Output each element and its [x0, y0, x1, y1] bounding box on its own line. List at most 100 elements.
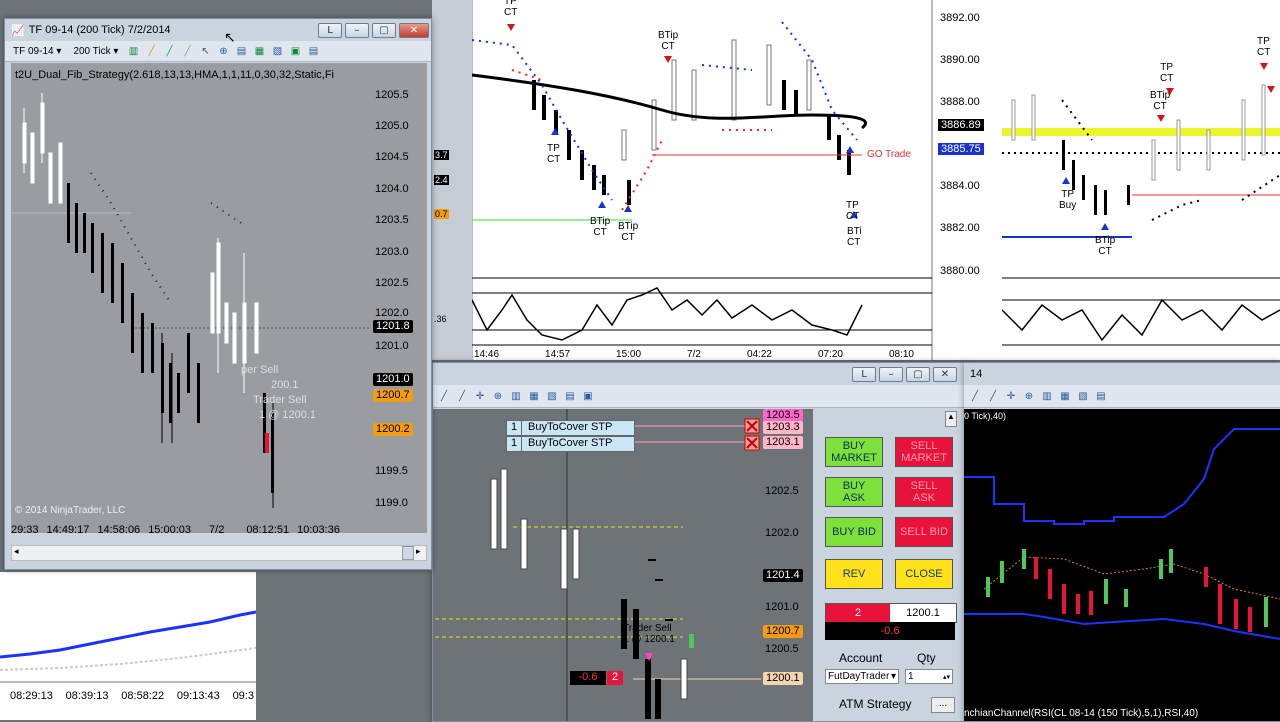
zoom-icon[interactable]: ⊕	[491, 389, 505, 403]
price-axis-label: 1202.5	[765, 485, 799, 497]
bottom-left-chart[interactable]: 08:29:13 08:39:13 08:58:22 09:13:43 09:3	[0, 572, 256, 720]
zoom-icon[interactable]: ⊕	[216, 44, 230, 58]
sell-market-button[interactable]: SELL MARKET	[895, 437, 953, 467]
price-chart[interactable]: t2U_Dual_Fib_Strategy(2.618,13,13,HMA,1,…	[11, 63, 371, 533]
instrument-selector[interactable]: TF 09-14 ▾	[9, 46, 65, 57]
line-tool-icon[interactable]: ╱	[437, 389, 451, 403]
chart-header: 0 Tick),40)	[964, 411, 1007, 421]
position-qty: 2	[826, 604, 890, 622]
top-right-chart[interactable]: TP CT BTip CT TP CT TP Buy BTip CT	[1002, 0, 1280, 360]
crosshair-icon[interactable]: ✛	[473, 389, 487, 403]
reverse-button[interactable]: REV	[825, 559, 883, 589]
pencil-icon[interactable]: ╱	[455, 389, 469, 403]
time-axis: 14:46 14:57 15:00 7/2 04:22 07:20 08:10	[474, 349, 914, 360]
close-icon[interactable]: ✕	[399, 22, 429, 38]
price-tag: 1203.3	[763, 421, 803, 434]
price-tag: 1200.2	[373, 423, 413, 436]
position-display: 2 1200.1	[825, 603, 957, 623]
price-axis[interactable]: 1205.5 1205.0 1204.5 1204.0 1203.5 1203.…	[371, 63, 427, 533]
price-axis-label: 1202.0	[375, 307, 409, 319]
link-button[interactable]: L	[852, 366, 876, 382]
main-chart-window[interactable]: 📈 TF 09-14 (200 Tick) 7/2/2014 L – ▢ ✕ T…	[4, 18, 432, 570]
bars-icon[interactable]: ▥	[1040, 389, 1054, 403]
horizontal-scrollbar[interactable]: ◂ ▸	[11, 545, 427, 561]
title-bar[interactable]: 14	[964, 363, 1280, 385]
top-center-chart[interactable]: TP CT BTip CT TP CT BTip CT BTip CT TP CT BTi C…	[432, 0, 1002, 360]
order-row[interactable]: 1 BuyToCover STP	[506, 420, 635, 436]
title-bar[interactable]: 📈 TF 09-14 (200 Tick) 7/2/2014 L – ▢ ✕	[5, 19, 431, 41]
stepper-icon: ▴▾	[942, 673, 950, 681]
maximize-button[interactable]: ▢	[372, 22, 396, 38]
bar-type-icon[interactable]: ▥	[126, 44, 140, 58]
atm-strategy-button[interactable]: ...	[931, 697, 955, 713]
indicator-icon[interactable]: ▦	[527, 389, 541, 403]
pencil-icon[interactable]: ╱	[968, 389, 982, 403]
position-price: 1200.1	[890, 604, 956, 622]
crosshair-icon[interactable]: ✛	[1004, 389, 1018, 403]
current-price-tag: 3886.89	[938, 119, 984, 131]
line-tool-icon[interactable]: ╱	[986, 389, 1000, 403]
properties-icon[interactable]: ▤	[1094, 389, 1108, 403]
properties-icon[interactable]: ▤	[563, 389, 577, 403]
buy-ask-button[interactable]: BUY ASK	[825, 477, 883, 507]
price-axis-label: 1202.0	[765, 527, 799, 539]
chart-trader-window[interactable]: L – ▢ ✕ ╱ ╱ ✛ ⊕ ▥ ▦ ▧ ▤ ▣ 1 BuyToCover S…	[432, 362, 966, 722]
instrument-label: TF 09-14	[13, 45, 54, 57]
scrollbar-thumb[interactable]	[402, 546, 414, 560]
indicator-icon[interactable]: ▦	[252, 44, 266, 58]
account-select[interactable]: FutDayTrader ▾	[825, 669, 899, 684]
price-axis-label: 1205.5	[375, 89, 409, 101]
line-tool-icon[interactable]: ╱	[162, 44, 176, 58]
time-axis: 08:29:13 08:39:13 08:58:22 09:13:43 09:3	[10, 690, 254, 702]
maximize-button[interactable]: ▢	[906, 366, 930, 382]
trader-sell-label: Trader Sell 1 @ 1200.1	[623, 623, 675, 645]
indicator-icon[interactable]: ▦	[1058, 389, 1072, 403]
scroll-left-icon[interactable]: ◂	[14, 546, 19, 557]
chart-label: TP Buy	[1059, 189, 1077, 211]
price-axis: 1203.5 1203.3 1203.1 1202.5 1202.0 1201.…	[761, 409, 813, 721]
window-title: TF 09-14 (200 Tick) 7/2/2014	[28, 24, 171, 36]
pencil-icon[interactable]: ╱	[144, 44, 158, 58]
order-row[interactable]: 1 BuyToCover STP	[506, 436, 635, 452]
strategy-icon[interactable]: ▧	[270, 44, 284, 58]
go-trade-label: GO Trade	[867, 149, 911, 160]
scroll-right-icon[interactable]: ▸	[416, 546, 421, 557]
chart-trader-icon[interactable]: ▣	[288, 44, 302, 58]
qty-stepper[interactable]: 1 ▴▾	[905, 669, 953, 684]
price-tag: 1200.7	[763, 625, 803, 638]
buy-market-button[interactable]: BUY MARKET	[825, 437, 883, 467]
price-tag: 1203.1	[763, 436, 803, 449]
pnl-tag: -0.6	[570, 671, 606, 685]
sell-bid-button[interactable]: SELL BID	[895, 517, 953, 547]
chart-label: TP CT	[1257, 36, 1271, 58]
rsi-chart-area[interactable]: 0 Tick),40) nchianChannel(RSI(CL 08-14 (…	[964, 409, 1280, 721]
cursor-icon[interactable]: ↖	[198, 44, 212, 58]
dom-chart-area[interactable]: 1 BuyToCover STP 1 BuyToCover STP Trader…	[433, 409, 813, 721]
position-tag: 2	[607, 671, 623, 685]
properties-icon[interactable]: ▤	[234, 44, 248, 58]
strategy-icon[interactable]: ▧	[1076, 389, 1090, 403]
chart-toolbar: ╱ ╱ ✛ ⊕ ▥ ▦ ▧ ▤ ▣	[433, 385, 965, 408]
buy-bid-button[interactable]: BUY BID	[825, 517, 883, 547]
minimize-button[interactable]: –	[345, 22, 369, 38]
data-box-icon[interactable]: ▤	[306, 44, 320, 58]
price-axis-label: 1203.0	[375, 246, 409, 258]
link-button[interactable]: L	[318, 22, 342, 38]
sell-ask-button[interactable]: SELL ASK	[895, 477, 953, 507]
interval-selector[interactable]: 200 Tick ▾	[69, 46, 122, 57]
partial-tag: 0.7	[434, 209, 449, 219]
title-bar[interactable]: L – ▢ ✕	[433, 363, 965, 385]
grid-icon[interactable]: ▣	[581, 389, 595, 403]
order-label: BuyToCover STP	[528, 421, 613, 433]
close-position-button[interactable]: CLOSE	[895, 559, 953, 589]
close-icon[interactable]: ✕	[933, 366, 957, 382]
shape-icon[interactable]: ╱	[180, 44, 194, 58]
position-price-tag: 3885.75	[938, 143, 984, 155]
bottom-right-window[interactable]: 14 ╱ ╱ ✛ ⊕ ▥ ▦ ▧ ▤ 0 Tick),40) nchianCha…	[964, 362, 1280, 722]
price-axis-label: 1201.0	[375, 340, 409, 352]
minimize-button[interactable]: –	[879, 366, 903, 382]
scroll-up-icon[interactable]: ▲	[945, 411, 957, 427]
strategy-icon[interactable]: ▧	[545, 389, 559, 403]
zoom-icon[interactable]: ⊕	[1022, 389, 1036, 403]
bars-icon[interactable]: ▥	[509, 389, 523, 403]
